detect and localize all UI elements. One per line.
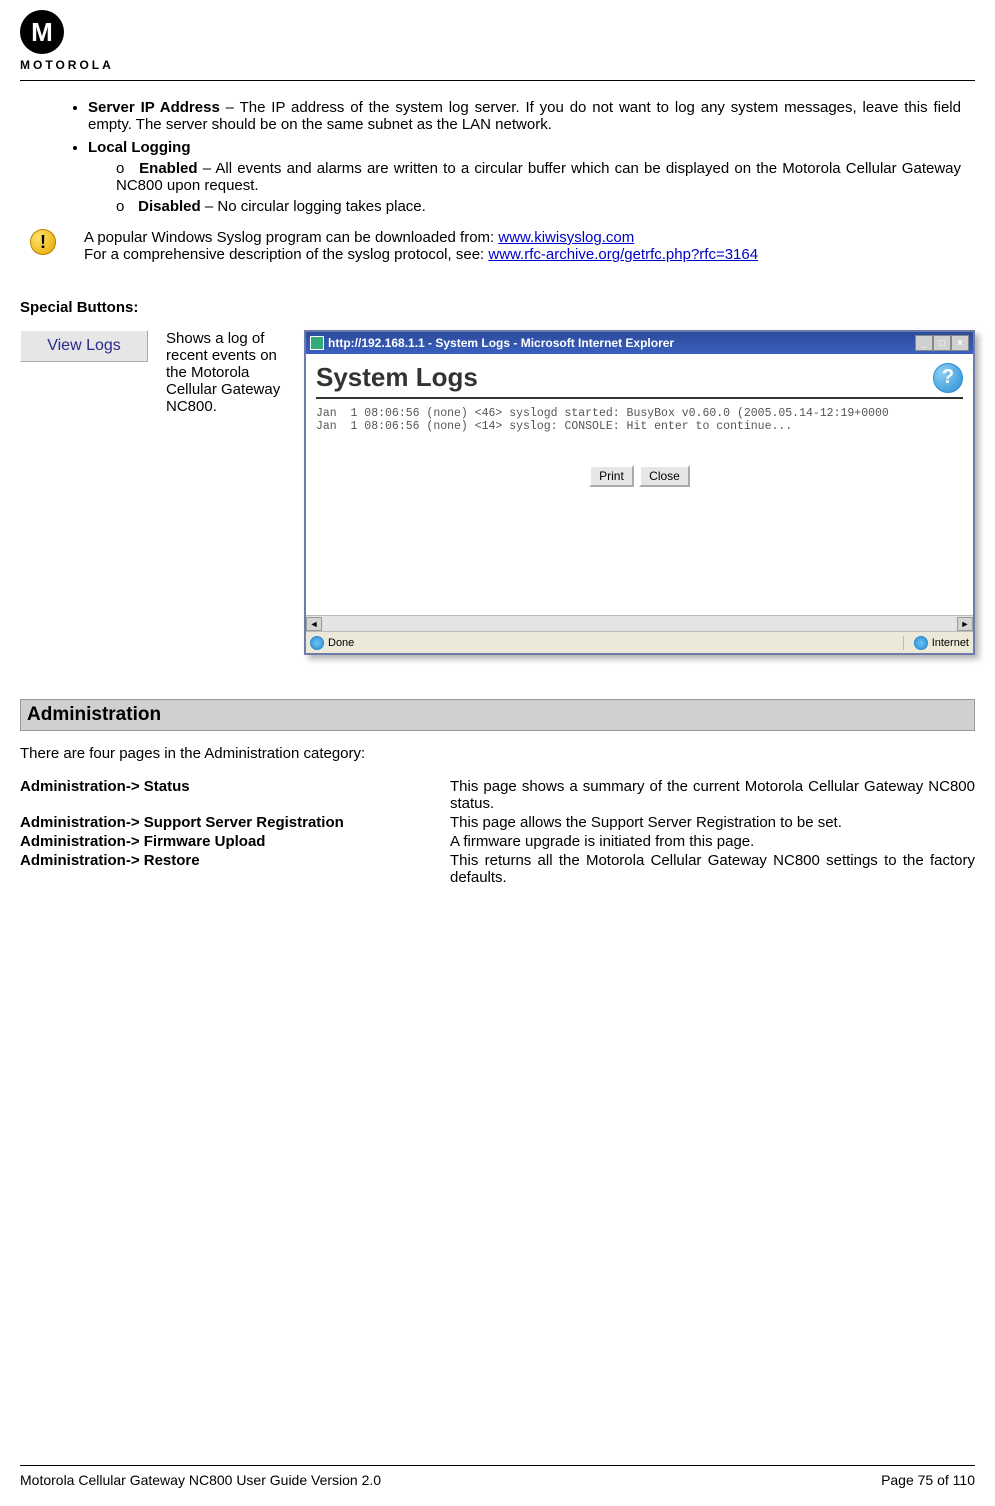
sub-text: – All events and alarms are written to a… bbox=[116, 160, 961, 194]
administration-heading: Administration bbox=[20, 699, 975, 731]
sub-list: o Enabled – All events and alarms are wr… bbox=[116, 160, 961, 215]
special-buttons-title: Special Buttons: bbox=[20, 299, 975, 316]
status-left: Done bbox=[310, 636, 354, 650]
table-row: Administration-> Status This page shows … bbox=[20, 778, 975, 814]
help-icon[interactable]: ? bbox=[933, 363, 963, 393]
page-footer: Motorola Cellular Gateway NC800 User Gui… bbox=[20, 1465, 975, 1488]
tip-text-1: A popular Windows Syslog program can be … bbox=[84, 229, 498, 246]
window-buttons: _ □ × bbox=[915, 335, 969, 351]
tip-text-2: For a comprehensive description of the s… bbox=[84, 246, 488, 263]
browser-statusbar: Done Internet bbox=[306, 631, 973, 653]
bullet-server-ip: Server IP Address – The IP address of th… bbox=[88, 99, 961, 133]
admin-label: Administration-> Status bbox=[20, 778, 450, 814]
horizontal-scrollbar[interactable]: ◄ ► bbox=[306, 615, 973, 631]
sub-label: Enabled bbox=[139, 160, 197, 177]
special-row: View Logs Shows a log of recent events o… bbox=[20, 330, 975, 655]
table-row: Administration-> Support Server Registra… bbox=[20, 814, 975, 833]
admin-desc: This returns all the Motorola Cellular G… bbox=[450, 852, 975, 888]
bullet-text: – The IP address of the system log serve… bbox=[88, 99, 961, 133]
browser-titlebar: http://192.168.1.1 - System Logs - Micro… bbox=[306, 332, 973, 354]
ie-done-icon bbox=[310, 636, 324, 650]
bullet-label: Local Logging bbox=[88, 139, 191, 156]
sub-enabled: o Enabled – All events and alarms are wr… bbox=[116, 160, 961, 194]
logo-text: MOTOROLA bbox=[20, 58, 114, 72]
logo: M MOTOROLA bbox=[20, 10, 975, 72]
internet-zone-icon bbox=[914, 636, 928, 650]
admin-desc: This page shows a summary of the current… bbox=[450, 778, 975, 814]
log-line: Jan 1 08:06:56 (none) <14> syslog: CONSO… bbox=[316, 420, 792, 433]
lightbulb-icon: ! bbox=[30, 229, 56, 255]
page-header: M MOTOROLA bbox=[20, 10, 975, 81]
minimize-button[interactable]: _ bbox=[915, 335, 933, 351]
browser-window: http://192.168.1.1 - System Logs - Micro… bbox=[304, 330, 975, 655]
scroll-right-icon[interactable]: ► bbox=[957, 617, 973, 631]
admin-label: Administration-> Firmware Upload bbox=[20, 833, 450, 852]
table-row: Administration-> Restore This returns al… bbox=[20, 852, 975, 888]
admin-label: Administration-> Restore bbox=[20, 852, 450, 888]
status-done-text: Done bbox=[328, 637, 354, 649]
log-button-row: Print Close bbox=[316, 465, 963, 487]
motorola-logo-icon: M bbox=[20, 10, 64, 54]
footer-left: Motorola Cellular Gateway NC800 User Gui… bbox=[20, 1472, 381, 1488]
table-row: Administration-> Firmware Upload A firmw… bbox=[20, 833, 975, 852]
close-button[interactable]: Close bbox=[639, 465, 690, 487]
system-logs-title: System Logs bbox=[316, 362, 478, 393]
view-logs-description: Shows a log of recent events on the Moto… bbox=[166, 330, 286, 415]
tip-body: A popular Windows Syslog program can be … bbox=[84, 229, 965, 263]
sub-marker: o bbox=[116, 160, 134, 177]
admin-label: Administration-> Support Server Registra… bbox=[20, 814, 450, 833]
status-zone-text: Internet bbox=[932, 637, 969, 649]
footer-right: Page 75 of 110 bbox=[881, 1472, 975, 1488]
tip-row: ! A popular Windows Syslog program can b… bbox=[30, 229, 965, 263]
view-logs-button[interactable]: View Logs bbox=[20, 330, 148, 362]
scroll-left-icon[interactable]: ◄ bbox=[306, 617, 322, 631]
bullet-label: Server IP Address bbox=[88, 99, 220, 116]
status-right: Internet bbox=[903, 636, 969, 650]
link-rfc-archive[interactable]: www.rfc-archive.org/getrfc.php?rfc=3164 bbox=[488, 246, 758, 263]
log-line: Jan 1 08:06:56 (none) <46> syslogd start… bbox=[316, 407, 889, 420]
close-window-button[interactable]: × bbox=[951, 335, 969, 351]
sub-marker: o bbox=[116, 198, 134, 215]
sub-disabled: o Disabled – No circular logging takes p… bbox=[116, 198, 961, 215]
admin-desc: A firmware upgrade is initiated from thi… bbox=[450, 833, 975, 852]
administration-table: Administration-> Status This page shows … bbox=[20, 778, 975, 888]
link-kiwisyslog[interactable]: www.kiwisyslog.com bbox=[498, 229, 634, 246]
system-logs-header: System Logs ? bbox=[316, 362, 963, 399]
sub-label: Disabled bbox=[138, 198, 201, 215]
log-output: Jan 1 08:06:56 (none) <46> syslogd start… bbox=[316, 407, 963, 455]
ie-page-icon bbox=[310, 336, 324, 350]
browser-title-text: http://192.168.1.1 - System Logs - Micro… bbox=[328, 336, 915, 350]
browser-content: System Logs ? Jan 1 08:06:56 (none) <46>… bbox=[306, 354, 973, 615]
sub-text: – No circular logging takes place. bbox=[201, 198, 426, 215]
maximize-button[interactable]: □ bbox=[933, 335, 951, 351]
print-button[interactable]: Print bbox=[589, 465, 634, 487]
bullet-local-logging: Local Logging o Enabled – All events and… bbox=[88, 139, 961, 215]
bullet-list: Server IP Address – The IP address of th… bbox=[88, 99, 975, 215]
administration-intro: There are four pages in the Administrati… bbox=[20, 745, 975, 762]
admin-desc: This page allows the Support Server Regi… bbox=[450, 814, 975, 833]
